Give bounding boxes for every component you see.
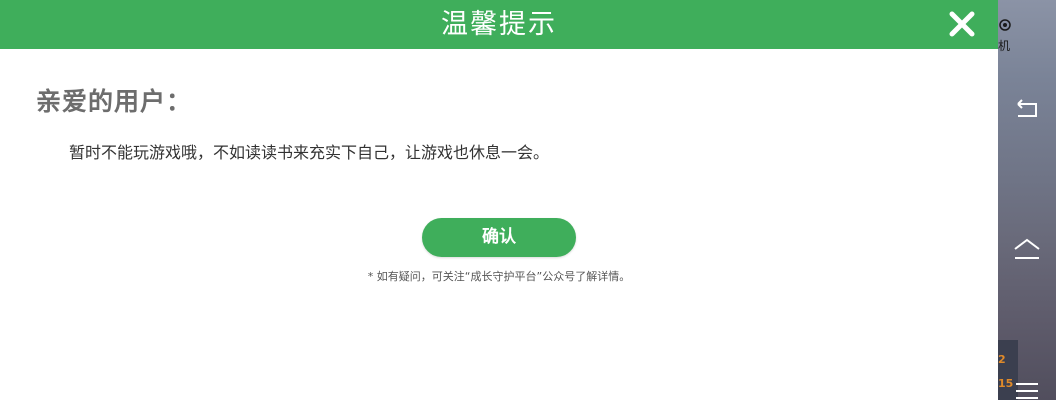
help-hint: * 如有疑问，可关注“成长守护平台”公众号了解详情。: [367, 270, 631, 283]
dialog-title: 温馨提示: [441, 9, 557, 40]
back-button[interactable]: [1012, 96, 1042, 122]
menu-button[interactable]: [1012, 378, 1042, 400]
notice-dialog: 温馨提示 亲爱的用户： 暂时不能玩游戏哦，不如读读书来充实下自己，让游戏也休息一…: [0, 0, 998, 400]
confirm-button[interactable]: 确认: [422, 218, 576, 257]
screen: 温馨提示 亲爱的用户： 暂时不能玩游戏哦，不如读读书来充实下自己，让游戏也休息一…: [0, 0, 1056, 400]
close-button[interactable]: [948, 10, 976, 38]
notice-message: 暂时不能玩游戏哦，不如读读书来充实下自己，让游戏也休息一会。: [69, 143, 550, 162]
home-icon: [1014, 238, 1040, 259]
menu-icon: [1016, 383, 1038, 399]
side-top-label: 机: [998, 39, 1011, 53]
close-icon: [949, 11, 975, 37]
side-number-1: 2: [998, 353, 1006, 366]
app-icon: [999, 19, 1011, 31]
greeting-heading: 亲爱的用户：: [36, 87, 193, 116]
home-button[interactable]: [1012, 236, 1042, 262]
back-icon: [1017, 99, 1037, 117]
